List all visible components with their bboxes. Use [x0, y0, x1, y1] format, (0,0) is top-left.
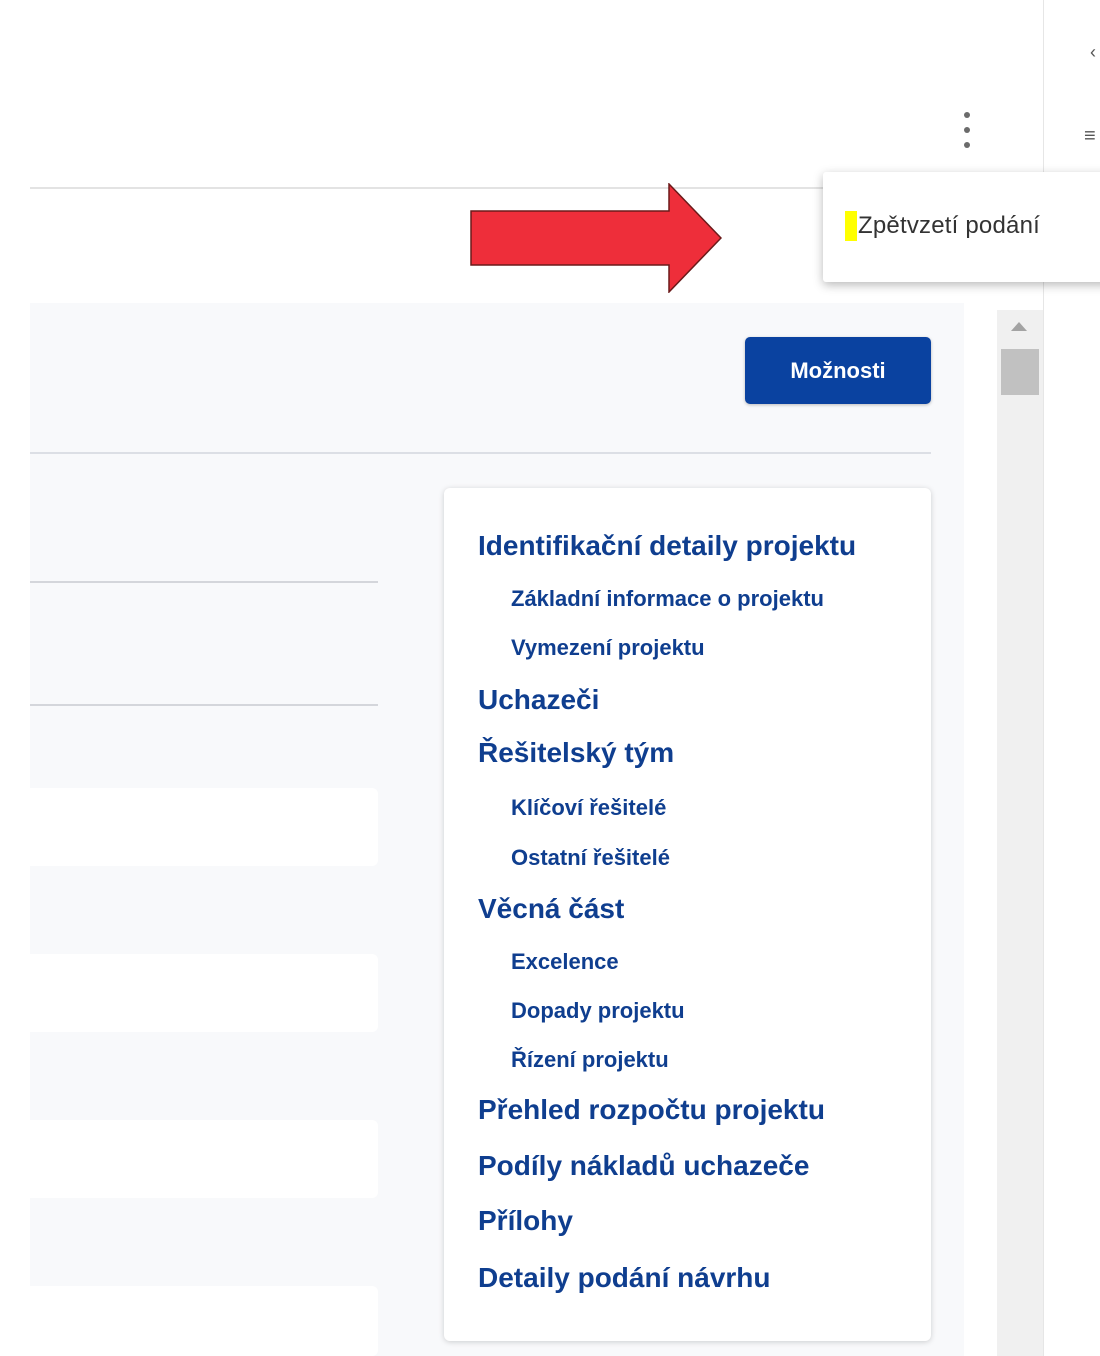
- toc-item-podily-nakladu[interactable]: Podíly nákladů uchazeče: [478, 1150, 809, 1182]
- highlight-marker: [845, 211, 857, 241]
- scrollbar-track[interactable]: [997, 310, 1043, 1356]
- dropdown-item-withdraw[interactable]: Zpětvzetí podání: [845, 206, 1040, 246]
- toc-item-vymezeni-projektu[interactable]: Vymezení projektu: [511, 635, 705, 661]
- scrollbar-thumb[interactable]: [1001, 349, 1039, 395]
- dropdown-item-label: Zpětvzetí podání: [858, 212, 1040, 239]
- form-field[interactable]: [30, 1286, 378, 1356]
- red-arrow-icon: [470, 183, 722, 293]
- toc-item-identifikacni-detaily[interactable]: Identifikační detaily projektu: [478, 530, 856, 562]
- form-field[interactable]: [30, 954, 378, 1032]
- form-divider: [30, 704, 378, 706]
- menu-icon[interactable]: ≡: [1084, 126, 1096, 146]
- form-divider: [30, 581, 378, 583]
- toc-item-rizeni-projektu[interactable]: Řízení projektu: [511, 1047, 669, 1073]
- toc-item-uchazeci[interactable]: Uchazeči: [478, 684, 599, 716]
- toc-item-prilohy[interactable]: Přílohy: [478, 1205, 573, 1237]
- toc-item-detaily-podani[interactable]: Detaily podání návrhu: [478, 1262, 771, 1294]
- options-dropdown: Zpětvzetí podání: [823, 172, 1100, 282]
- form-field[interactable]: [30, 1120, 378, 1198]
- options-button[interactable]: Možnosti: [745, 337, 931, 404]
- chevron-left-icon[interactable]: ‹: [1090, 42, 1096, 62]
- toc-item-resitelsky-tym[interactable]: Řešitelský tým: [478, 737, 674, 769]
- panel-divider: [30, 452, 931, 454]
- toc-item-excelence[interactable]: Excelence: [511, 949, 619, 975]
- toc-item-ostatni-resitele[interactable]: Ostatní řešitelé: [511, 845, 670, 871]
- toc-item-zakladni-informace[interactable]: Základní informace o projektu: [511, 586, 824, 612]
- toc-item-dopady-projektu[interactable]: Dopady projektu: [511, 998, 685, 1024]
- scroll-up-arrow-icon[interactable]: [1011, 322, 1027, 331]
- form-field[interactable]: [30, 788, 378, 866]
- toc-item-prehled-rozpoctu[interactable]: Přehled rozpočtu projektu: [478, 1094, 825, 1126]
- toc-item-vecna-cast[interactable]: Věcná část: [478, 893, 624, 925]
- toc-item-klicovi-resitele[interactable]: Klíčoví řešitelé: [511, 795, 666, 821]
- more-vert-icon[interactable]: [956, 112, 978, 148]
